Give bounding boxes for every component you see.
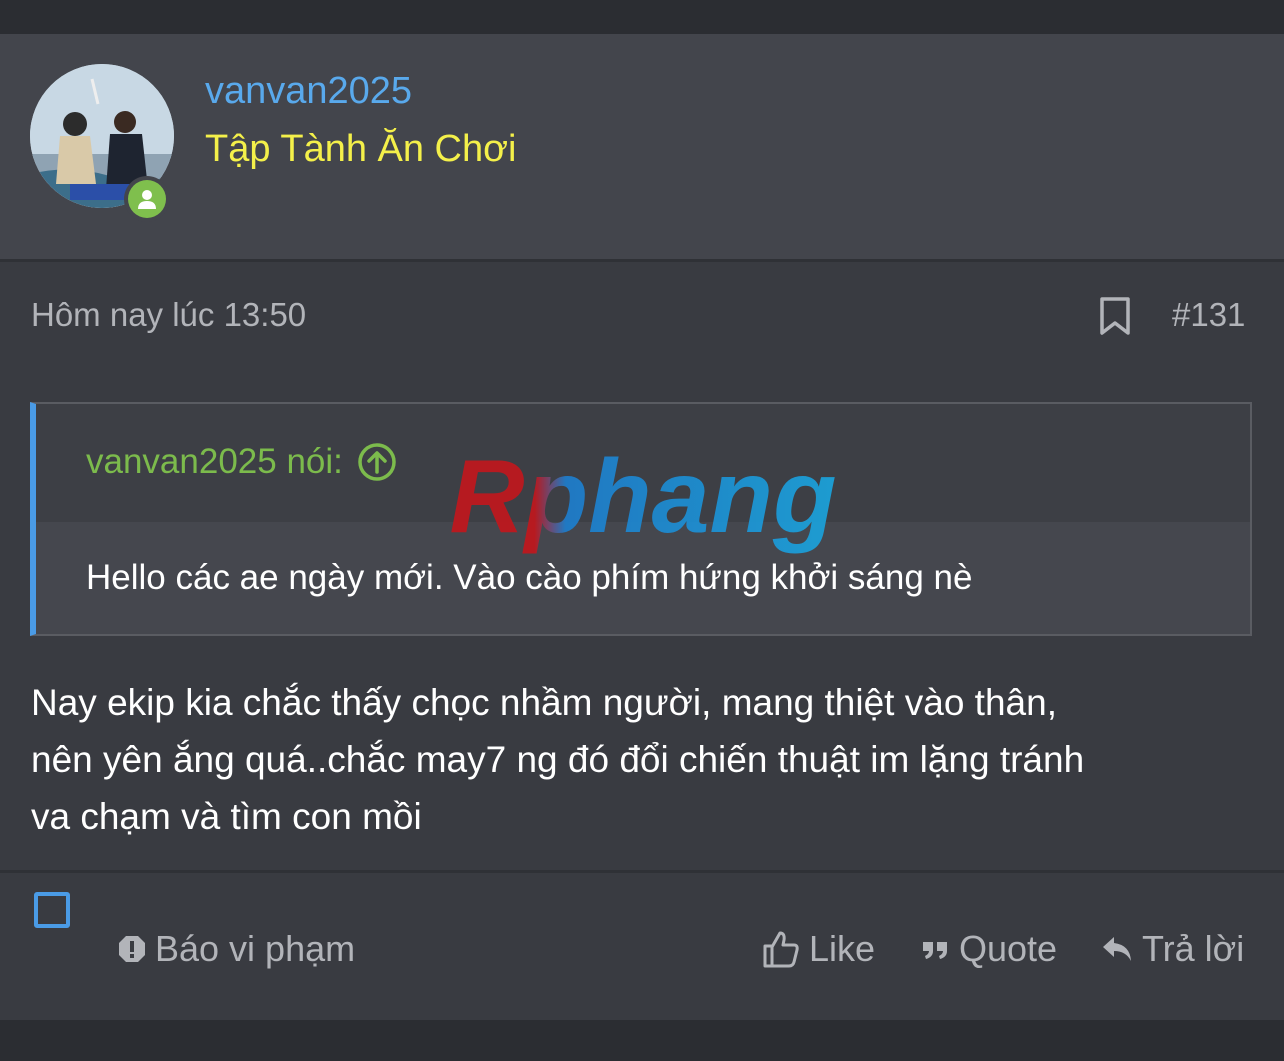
thumbs-up-icon bbox=[763, 931, 799, 968]
message-line: nên yên ắng quá..chắc may7 ng đó đổi chi… bbox=[31, 739, 1085, 780]
reply-label: Trả lời bbox=[1142, 928, 1245, 969]
arrow-up-circle-icon[interactable] bbox=[357, 442, 397, 482]
user-title: Tập Tành Ăn Chơi bbox=[205, 128, 517, 170]
select-checkbox[interactable] bbox=[34, 892, 70, 928]
username[interactable]: vanvan2025 bbox=[205, 70, 412, 113]
like-button[interactable]: Like bbox=[761, 928, 875, 970]
quote-icon bbox=[923, 942, 947, 959]
report-button[interactable]: Báo vi phạm bbox=[117, 928, 355, 970]
quote-button[interactable]: Quote bbox=[921, 928, 1057, 970]
bookmark-icon[interactable] bbox=[1098, 296, 1132, 336]
post-header: vanvan2025 Tập Tành Ăn Chơi bbox=[0, 34, 1284, 262]
post: vanvan2025 Tập Tành Ăn Chơi Hôm nay lúc … bbox=[0, 34, 1284, 1020]
quote-text: Hello các ae ngày mới. Vào cào phím hứng… bbox=[86, 558, 973, 597]
message-line: Nay ekip kia chắc thấy chọc nhầm người, … bbox=[31, 682, 1057, 723]
quote-author-label: vanvan2025 nói: bbox=[86, 442, 343, 481]
message-line: va chạm và tìm con mồi bbox=[31, 796, 422, 837]
reply-icon bbox=[1103, 937, 1131, 961]
quote-author[interactable]: vanvan2025 nói: bbox=[86, 442, 397, 482]
report-label: Báo vi phạm bbox=[155, 928, 356, 969]
post-number[interactable]: #131 bbox=[1172, 296, 1245, 334]
quote-body: Hello các ae ngày mới. Vào cào phím hứng… bbox=[36, 522, 1250, 634]
quote-header: vanvan2025 nói: bbox=[36, 404, 1250, 522]
post-message: Nay ekip kia chắc thấy chọc nhầm người, … bbox=[31, 674, 1251, 845]
quote-label: Quote bbox=[959, 928, 1058, 969]
user-online-icon bbox=[124, 176, 170, 222]
alert-icon bbox=[119, 936, 145, 962]
reply-button[interactable]: Trả lời bbox=[1100, 928, 1244, 970]
quote-block: vanvan2025 nói: Hello các ae ngày mới. V… bbox=[30, 402, 1252, 636]
post-date[interactable]: Hôm nay lúc 13:50 bbox=[31, 296, 306, 334]
like-label: Like bbox=[809, 928, 876, 969]
